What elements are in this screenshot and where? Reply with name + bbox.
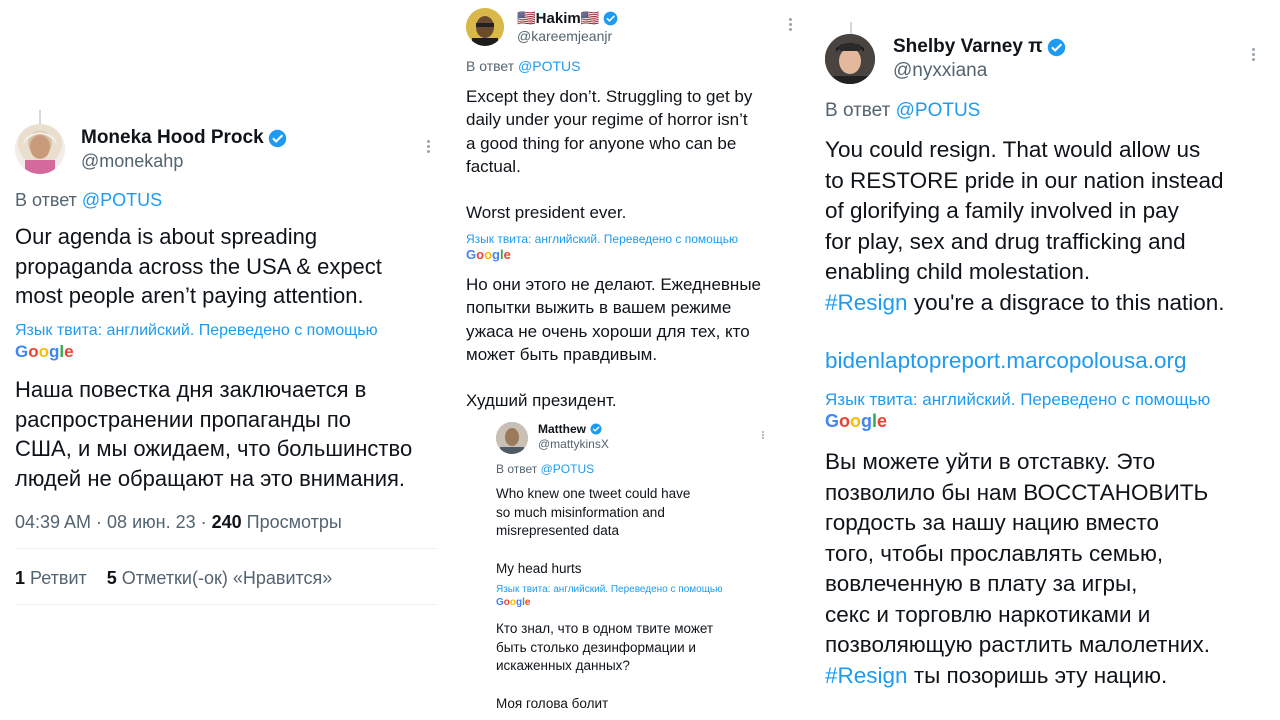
likes-count: 5 [106,568,117,588]
verified-badge-icon [590,423,602,435]
more-options-icon[interactable] [762,430,764,440]
google-logo: Google [466,247,511,262]
avatar[interactable] [825,34,875,84]
display-name-text: Shelby Varney π [893,36,1043,57]
tweet-text-translated-body: Вы можете уйти в отставку. Это позволило… [825,449,1210,657]
display-name[interactable]: Shelby Varney π [893,36,1066,58]
tweet-panel-hakim: 🇺🇸Hakim🇺🇸 @kareemjeanjr В ответ @POTUS E… [450,0,806,720]
reply-context: В ответ @POTUS [466,58,580,74]
more-options-icon[interactable] [427,138,430,155]
translation-note[interactable]: Язык твита: английский. Переведено с пом… [466,232,738,246]
google-logo: Google [825,411,888,431]
verified-badge-icon [1047,38,1065,56]
google-logo: Google [15,342,74,361]
display-name-text: Matthew [538,422,586,436]
verified-badge-icon [268,129,286,147]
tweet-text-original: Except they don’t. Struggling to get by … [466,87,753,223]
reply-prefix: В ответ [496,462,538,476]
reply-prefix: В ответ [825,100,891,121]
more-options-icon[interactable] [789,16,792,33]
avatar-image [466,8,504,46]
google-logo: Google [496,597,531,608]
tweet-text-original-tail: you're a disgrace to this nation. [907,289,1225,315]
translation-note[interactable]: Язык твита: английский. Переведено с пом… [496,584,723,595]
tweet-text-translated: Но они этого не делают. Ежедневные попыт… [466,275,761,411]
display-name[interactable]: 🇺🇸Hakim🇺🇸 [517,9,618,27]
retweets-label: Ретвит [25,568,87,588]
external-link[interactable]: bidenlaptopreport.marcopolousa.org [825,348,1186,374]
user-handle[interactable]: @monekahp [81,151,183,172]
avatar-image [825,34,875,84]
reply-mention-link[interactable]: @POTUS [896,100,981,121]
views-label: Просмотры [241,512,342,532]
thread-line [39,110,41,124]
divider [15,548,438,549]
user-handle[interactable]: @kareemjeanjr [517,28,612,44]
translation-note[interactable]: Язык твита: английский. Переведено с пом… [825,390,1210,410]
reply-prefix: В ответ [15,190,77,210]
reply-mention-link[interactable]: @POTUS [541,462,595,476]
user-handle[interactable]: @nyxxiana [893,60,987,82]
views-count: 240 [211,512,242,532]
tweet-timestamp: 04:39 AM · 08 июн. 23 · 240 Просмотры [15,512,342,533]
tweet-text-original-body: You could resign. That would allow us to… [825,137,1224,284]
display-name-text: 🇺🇸Hakim🇺🇸 [517,10,600,27]
display-name[interactable]: Moneka Hood Prock [81,127,287,149]
user-handle[interactable]: @mattykinsX [538,437,609,451]
avatar-image [496,422,528,454]
translation-note[interactable]: Язык твита: английский. Переведено с пом… [15,322,378,340]
tweet-text-translated: Наша повестка дня заключается в распрост… [15,377,413,491]
reply-context: В ответ @POTUS [496,462,594,476]
tweet-panel-moneka: Moneka Hood Prock @monekahp В ответ @POT… [0,0,448,720]
tweet-text-original: Who knew one tweet could have so much mi… [496,486,691,576]
likes-stat[interactable]: 5 Отметки(-ок) «Нравится» [107,568,333,588]
quoted-tweet[interactable]: Matthew @mattykinsX В ответ @POTUS Who k… [496,418,776,720]
display-name-text: Moneka Hood Prock [81,127,264,148]
tweet-text-original: You could resign. That would allow us to… [825,135,1225,318]
engagement-stats: 1 Ретвит 5 Отметки(-ок) «Нравится» [15,568,332,589]
more-options-icon[interactable] [1252,46,1255,63]
reply-prefix: В ответ [466,58,515,74]
avatar[interactable] [466,8,504,46]
avatar[interactable] [15,124,65,174]
divider [15,604,438,605]
tweet-panel-shelby: Shelby Varney π @nyxxiana В ответ @POTUS… [808,0,1280,720]
reply-mention-link[interactable]: @POTUS [518,58,580,74]
retweets-count: 1 [15,568,26,588]
reply-context: В ответ @POTUS [825,100,980,122]
tweet-text-translated: Вы можете уйти в отставку. Это позволило… [825,447,1210,691]
tweet-text-original: Our agenda is about spreading propaganda… [15,224,382,308]
tweet-text-translated-tail: ты позоришь эту нацию. [907,662,1168,688]
reply-mention-link[interactable]: @POTUS [82,190,162,210]
hashtag-link[interactable]: #Resign [825,290,908,315]
hashtag-link[interactable]: #Resign [825,663,908,688]
avatar[interactable] [496,422,528,454]
retweets-stat[interactable]: 1 Ретвит [15,568,87,588]
avatar-image [23,132,57,174]
display-name[interactable]: Matthew [538,422,602,436]
reply-context: В ответ @POTUS [15,190,162,211]
likes-label: Отметки(-ок) «Нравится» [116,568,333,588]
verified-badge-icon [604,11,618,25]
tweet-text-translated: Кто знал, что в одном твите может быть с… [496,621,714,711]
thread-line [850,22,852,34]
timestamp-text[interactable]: 04:39 AM · 08 июн. 23 · [15,512,212,532]
